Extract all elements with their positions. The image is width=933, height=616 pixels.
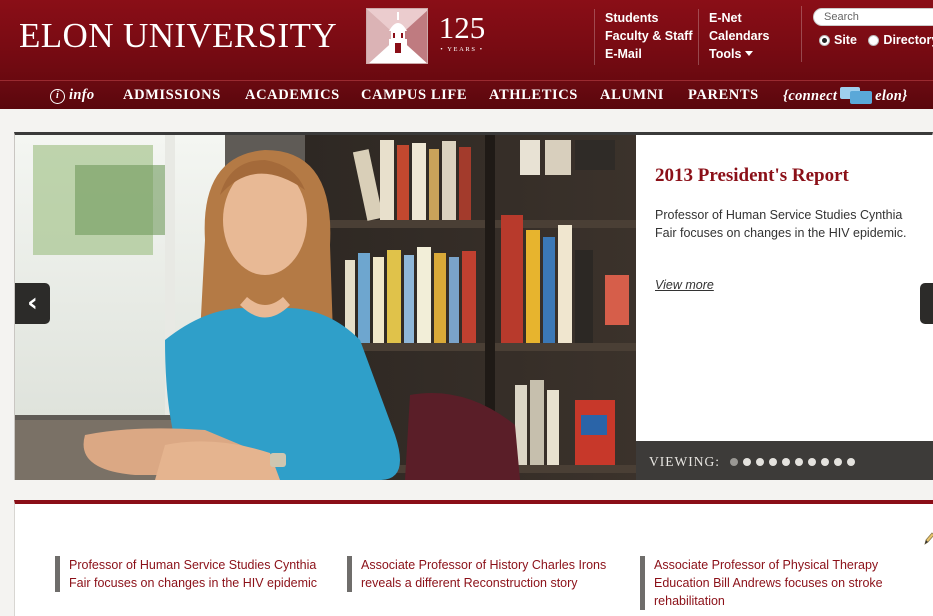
search-scope: Site Directory (819, 33, 933, 49)
radio-directory-label: Directory (883, 33, 933, 47)
radio-site-dot[interactable] (819, 34, 830, 46)
radio-site[interactable]: Site (819, 33, 857, 47)
main-nav: i info ADMISSIONS ACADEMICS CAMPUS LIFE A… (0, 80, 933, 109)
anniversary-mark: 125 • YEARS • (436, 10, 488, 54)
viewing-label: VIEWING: (649, 454, 720, 469)
news-band: Professor of Human Service Studies Cynth… (14, 500, 933, 616)
slide-dot-2[interactable] (743, 458, 751, 466)
slide-dot-8[interactable] (821, 458, 829, 466)
nav-campus-life[interactable]: CAMPUS LIFE (361, 87, 467, 104)
nav-connect-elon[interactable]: {connect elon} (783, 87, 908, 105)
slide-dot-7[interactable] (808, 458, 816, 466)
utility-links-primary: Students Faculty & Staff E-Mail (594, 9, 693, 65)
anniversary-number: 125 (438, 10, 486, 45)
tools-menu[interactable]: Tools (709, 45, 769, 63)
search-area: Site Directory (801, 6, 933, 62)
slide-dots (730, 458, 855, 466)
news-item-andrews[interactable]: Associate Professor of Physical Therapy … (640, 556, 925, 610)
connect-right-label: elon} (875, 88, 908, 104)
radio-directory[interactable]: Directory (868, 33, 933, 47)
radio-directory-dot[interactable] (868, 34, 880, 46)
nav-alumni[interactable]: ALUMNI (600, 87, 664, 104)
connect-left-label: {connect (783, 88, 838, 104)
news-item-irons[interactable]: Associate Professor of History Charles I… (347, 556, 632, 592)
view-more-link[interactable]: View more (655, 278, 714, 292)
students-link[interactable]: Students (605, 9, 693, 27)
utility-links-secondary: E-Net Calendars Tools (698, 9, 769, 65)
slide-caption-panel: 2013 President's Report Professor of Hum… (636, 135, 933, 480)
nav-info[interactable]: i info (50, 87, 94, 104)
slide-dot-9[interactable] (834, 458, 842, 466)
search-input[interactable] (813, 8, 933, 26)
nav-athletics[interactable]: ATHLETICS (489, 87, 578, 104)
calendars-link[interactable]: Calendars (709, 27, 769, 45)
slide-dot-1[interactable] (730, 458, 738, 466)
slide-dot-4[interactable] (769, 458, 777, 466)
featured-photo[interactable] (15, 135, 636, 480)
chevron-down-icon (745, 51, 754, 56)
chevron-left-icon[interactable]: ‹ (15, 283, 50, 324)
chevron-right-icon[interactable] (920, 283, 933, 324)
slide-pager: VIEWING: (636, 441, 933, 480)
faculty-staff-link[interactable]: Faculty & Staff (605, 27, 693, 45)
feature-slideshow: 2013 President's Report Professor of Hum… (14, 132, 933, 480)
nav-parents[interactable]: PARENTS (688, 87, 759, 104)
nav-info-label: info (69, 87, 95, 103)
site-header: ELON UNIVERSITY 125 • YEARS • Students F… (0, 0, 933, 80)
info-circle-icon: i (50, 89, 65, 104)
slide-title[interactable]: 2013 President's Report (655, 165, 849, 187)
slide-dot-3[interactable] (756, 458, 764, 466)
tools-label: Tools (709, 47, 742, 61)
enet-link[interactable]: E-Net (709, 9, 769, 27)
nav-academics[interactable]: ACADEMICS (245, 87, 340, 104)
slide-description: Professor of Human Service Studies Cynth… (655, 208, 907, 240)
pencil-icon[interactable] (923, 532, 933, 546)
radio-site-label: Site (834, 33, 857, 47)
slide-dot-10[interactable] (847, 458, 855, 466)
bell-tower-icon[interactable] (366, 8, 428, 64)
slide-dot-6[interactable] (795, 458, 803, 466)
anniversary-label: • YEARS • (440, 46, 484, 53)
slide-dot-5[interactable] (782, 458, 790, 466)
news-item-fair[interactable]: Professor of Human Service Studies Cynth… (55, 556, 340, 592)
nav-admissions[interactable]: ADMISSIONS (123, 87, 221, 104)
email-link[interactable]: E-Mail (605, 45, 693, 63)
chat-bubbles-icon (840, 87, 873, 104)
university-logo[interactable]: ELON UNIVERSITY (19, 16, 337, 56)
